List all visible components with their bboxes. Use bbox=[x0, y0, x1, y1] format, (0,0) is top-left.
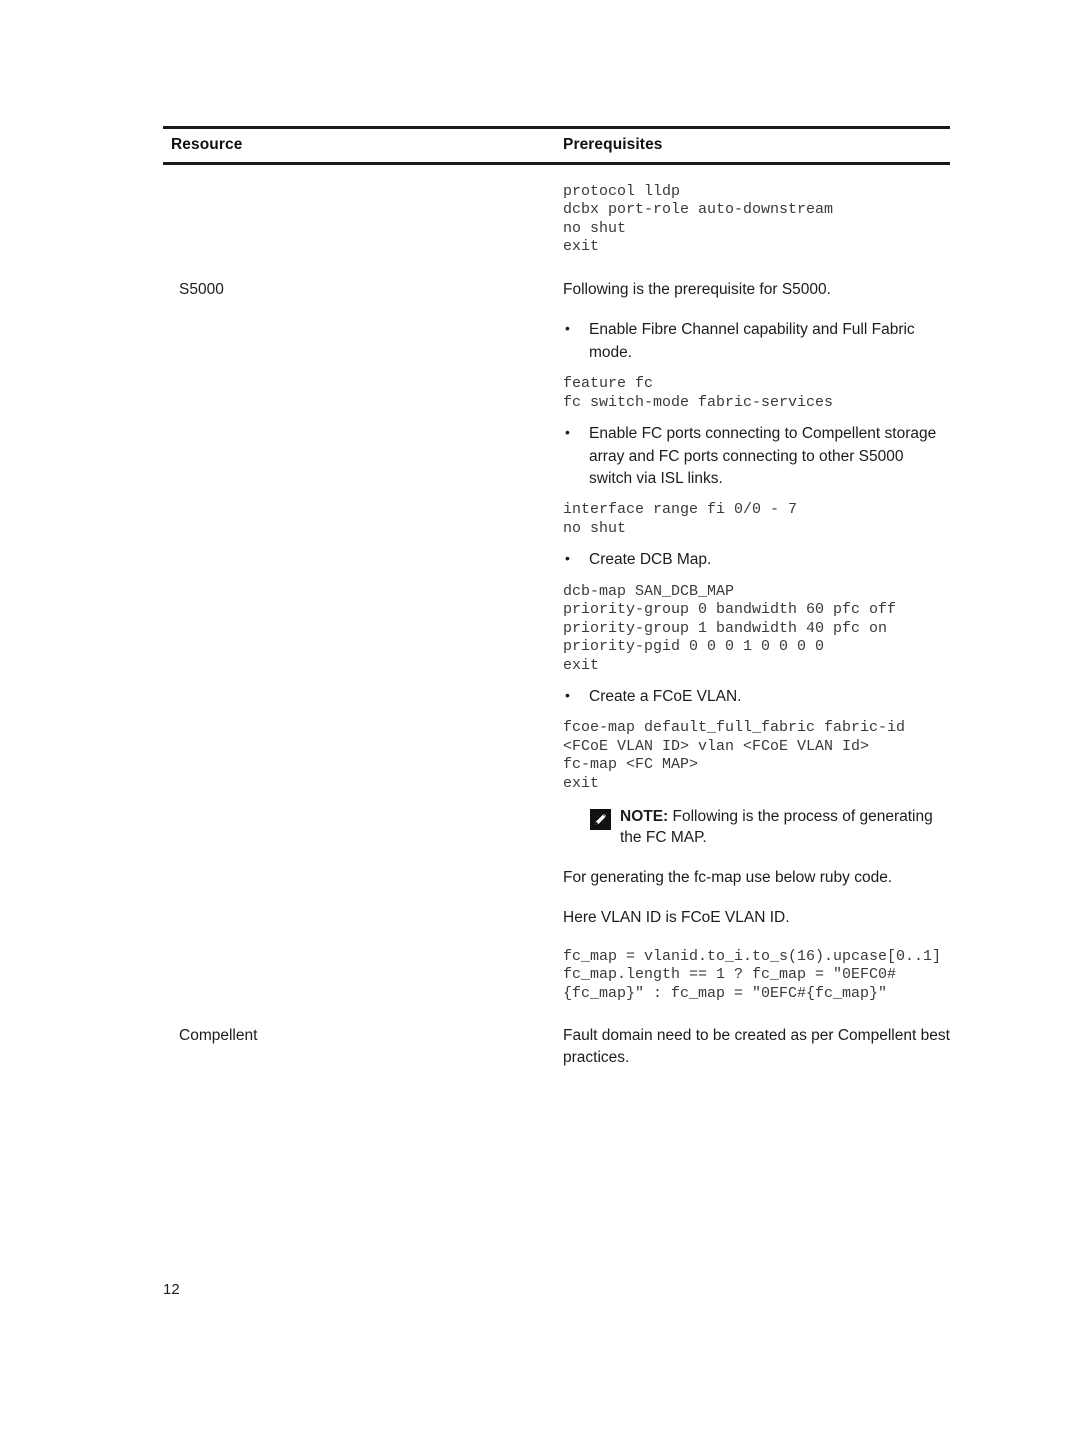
list-item: Enable Fibre Channel capability and Full… bbox=[563, 318, 950, 364]
pencil-note-icon bbox=[590, 809, 611, 831]
table-row: S5000 Following is the prerequisite for … bbox=[163, 279, 950, 1003]
document-page: Resource Prerequisites protocol lldp dcb… bbox=[0, 0, 1080, 1434]
resource-name: Compellent bbox=[179, 1026, 258, 1044]
code-block-lldp: protocol lldp dcbx port-role auto-downst… bbox=[563, 183, 834, 256]
code-block-feature-fc: feature fc fc switch-mode fabric-service… bbox=[563, 375, 834, 411]
prerequisite-text: Fault domain need to be created as per C… bbox=[563, 1026, 950, 1067]
resource-name: S5000 bbox=[179, 280, 224, 298]
cell-resource-compellent: Compellent bbox=[163, 1025, 555, 1047]
cell-resource-s5000: S5000 bbox=[163, 279, 555, 301]
vlan-id-note: Here VLAN ID is FCoE VLAN ID. bbox=[563, 909, 790, 927]
table-row: Compellent Fault domain need to be creat… bbox=[163, 1025, 950, 1070]
code-block-dcb-map: dcb-map SAN_DCB_MAP priority-group 0 ban… bbox=[563, 582, 897, 674]
list-item: Create DCB Map. bbox=[563, 548, 950, 571]
ruby-code-intro: For generating the fc-map use below ruby… bbox=[563, 868, 893, 886]
cell-prerequisites-continued: protocol lldp dcbx port-role auto-downst… bbox=[555, 183, 950, 257]
list-item: Enable FC ports connecting to Compellent… bbox=[563, 422, 950, 490]
note-body: NOTE: Following is the process of genera… bbox=[620, 807, 950, 849]
prerequisites-table: Resource Prerequisites protocol lldp dcb… bbox=[163, 126, 950, 1070]
page-number: 12 bbox=[163, 1281, 180, 1298]
note-label: NOTE: bbox=[620, 808, 669, 826]
table-row: protocol lldp dcbx port-role auto-downst… bbox=[163, 183, 950, 257]
cell-prerequisites-s5000: Following is the prerequisite for S5000.… bbox=[555, 279, 950, 1003]
note-callout: NOTE: Following is the process of genera… bbox=[563, 807, 950, 849]
code-block-ruby-fcmap: fc_map = vlanid.to_i.to_s(16).upcase[0..… bbox=[563, 947, 942, 1002]
intro-text: Following is the prerequisite for S5000. bbox=[563, 280, 831, 298]
list-item: Create a FCoE VLAN. bbox=[563, 685, 950, 708]
code-block-interface-range: interface range fi 0/0 - 7 no shut bbox=[563, 501, 798, 537]
header-cell-prerequisites: Prerequisites bbox=[555, 136, 950, 154]
code-block-fcoe-map: fcoe-map default_full_fabric fabric-id <… bbox=[563, 719, 906, 792]
header-cell-resource: Resource bbox=[163, 136, 555, 154]
prerequisite-list: Enable Fibre Channel capability and Full… bbox=[563, 318, 950, 793]
cell-prerequisites-compellent: Fault domain need to be created as per C… bbox=[555, 1025, 950, 1070]
column-header-resource: Resource bbox=[171, 136, 243, 153]
column-header-prerequisites: Prerequisites bbox=[563, 136, 663, 153]
table-header-row: Resource Prerequisites bbox=[163, 129, 950, 162]
